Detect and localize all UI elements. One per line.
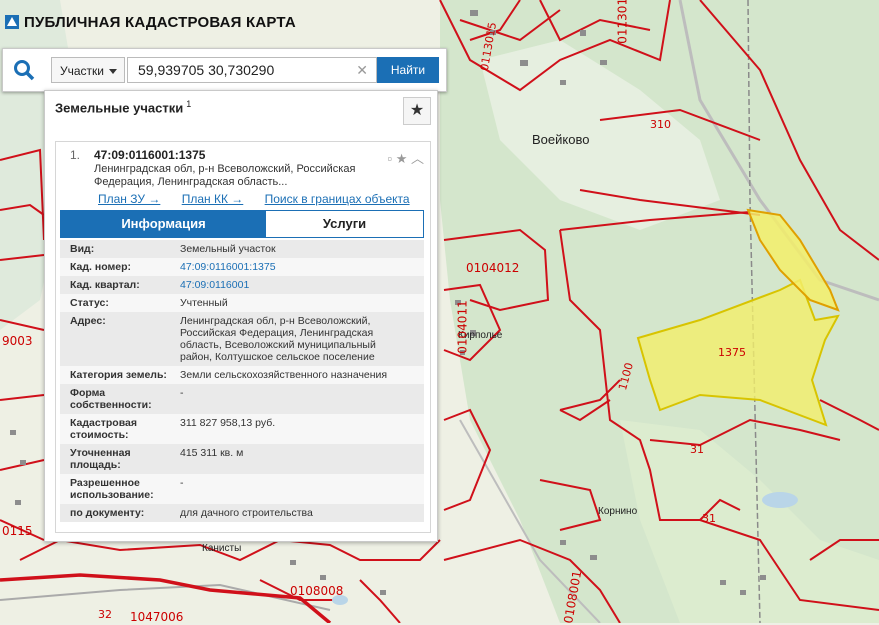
plan-kk-link[interactable]: План КК → xyxy=(182,192,244,206)
star-icon[interactable]: ★ xyxy=(396,151,408,166)
parcel-number: 310 xyxy=(650,118,671,131)
table-row: Уточненная площадь: 415 311 кв. м xyxy=(60,444,424,474)
place-label: Корнино xyxy=(598,506,638,517)
parcel-number: 0104012 xyxy=(466,261,520,275)
row-value: Учтенный xyxy=(180,297,228,309)
row-key: Статус: xyxy=(70,297,109,309)
parcel-number: 0113010 xyxy=(615,0,630,44)
parcel-number: 0108008 xyxy=(290,584,344,598)
parcel-number: 1375 xyxy=(718,346,746,359)
row-value[interactable]: 47:09:0116001 xyxy=(180,276,414,294)
row-key: Форма собственности: xyxy=(70,387,152,411)
app-title: ПУБЛИЧНАЯ КАДАСТРОВАЯ КАРТА xyxy=(24,14,296,31)
result-address-short: Ленинградская обл, р-н Всеволожский, Рос… xyxy=(94,163,356,188)
place-label: Воейково xyxy=(532,132,590,147)
result-count: 1 xyxy=(186,99,192,109)
chevron-up-icon[interactable]: ︿ xyxy=(411,151,424,166)
chevron-down-icon xyxy=(109,69,117,74)
row-value[interactable]: 47:09:0116001:1375 xyxy=(180,258,414,276)
row-key: Разрешенное использование: xyxy=(70,477,154,501)
search-input[interactable]: 59,939705 30,730290 ✕ xyxy=(127,57,377,83)
panel-title: Земельные участки 1 xyxy=(55,99,191,115)
star-icon: ★ xyxy=(409,102,425,119)
search-type-value: Участки xyxy=(60,64,104,78)
row-value: Ленинградская обл, р-н Всеволожский, Рос… xyxy=(180,315,376,363)
result-tabs: Информация Услуги xyxy=(60,210,424,238)
card-actions: ▫ ★ ︿ xyxy=(387,148,424,167)
table-row: Адрес: Ленинградская обл, р-н Всеволожски… xyxy=(60,312,424,366)
info-table: Вид: Земельный участок Кад. номер: 47:09:01… xyxy=(60,240,424,522)
parcel-number: 9003 xyxy=(2,334,33,348)
results-panel: Земельные участки 1 ★ 1. 47:09:0116001:13… xyxy=(44,90,438,542)
row-value: - xyxy=(180,387,184,399)
parcel-number: 0104011 xyxy=(455,300,470,354)
table-row: по документу: для дачного строительства xyxy=(60,504,424,522)
result-card: 1. 47:09:0116001:1375 Ленинградская обл,… xyxy=(55,141,431,533)
parcel-number: 1047006 xyxy=(130,610,184,624)
table-row: Категория земель: Земли сельскохозяйствен… xyxy=(60,366,424,384)
favorites-button[interactable]: ★ xyxy=(403,97,431,125)
row-key: Кад. квартал: xyxy=(70,279,140,291)
row-value: Земли сельскохозяйственного назначения xyxy=(180,369,388,381)
search-type-select[interactable]: Участки xyxy=(51,57,125,83)
row-key: Кад. номер: xyxy=(70,261,132,273)
search-query: 59,939705 30,730290 xyxy=(138,62,275,78)
tab-services[interactable]: Услуги xyxy=(266,211,423,237)
parcel-number: 0115 xyxy=(2,524,33,538)
table-row: Форма собственности: - xyxy=(60,384,424,414)
table-row: Кад. номер: 47:09:0116001:1375 xyxy=(60,258,424,276)
table-row: Кад. квартал: 47:09:0116001 xyxy=(60,276,424,294)
logo-icon xyxy=(5,15,19,29)
table-row: Разрешенное использование: - xyxy=(60,474,424,504)
table-row: Статус: Учтенный xyxy=(60,294,424,312)
row-value: - xyxy=(180,477,184,489)
row-key: Вид: xyxy=(70,243,95,255)
panel-title-text: Земельные участки xyxy=(55,100,184,116)
search-icon[interactable] xyxy=(13,59,35,81)
find-button[interactable]: Найти xyxy=(377,57,439,83)
app-header: ПУБЛИЧНАЯ КАДАСТРОВАЯ КАРТА xyxy=(0,0,300,44)
row-value: 311 827 958,13 руб. xyxy=(180,417,276,429)
tab-info[interactable]: Информация xyxy=(61,211,266,237)
checkbox-icon[interactable]: ▫ xyxy=(387,151,392,166)
row-key: Категория земель: xyxy=(70,369,167,381)
row-key: Уточненная площадь: xyxy=(70,447,131,471)
parcel-number: 31 xyxy=(690,443,704,456)
row-key: по документу: xyxy=(70,507,145,519)
parcel-number: 31 xyxy=(702,512,716,525)
row-value: для дачного строительства xyxy=(180,507,313,519)
row-value: 415 311 кв. м xyxy=(180,447,244,459)
table-row: Вид: Земельный участок xyxy=(60,240,424,258)
result-cad-number[interactable]: 47:09:0116001:1375 xyxy=(94,148,205,162)
row-value: Земельный участок xyxy=(180,243,276,255)
row-key: Адрес: xyxy=(70,315,106,327)
result-index: 1. xyxy=(70,148,81,162)
table-row: Кадастровая стоимость: 311 827 958,13 руб… xyxy=(60,414,424,444)
row-key: Кадастровая стоимость: xyxy=(70,417,137,441)
plan-zu-link[interactable]: План ЗУ → xyxy=(98,192,160,206)
place-label: Канисты xyxy=(202,543,242,554)
parcel-number: 32 xyxy=(98,608,112,621)
clear-icon[interactable]: ✕ xyxy=(356,58,368,82)
search-bar: Участки 59,939705 30,730290 ✕ Найти xyxy=(2,48,447,92)
